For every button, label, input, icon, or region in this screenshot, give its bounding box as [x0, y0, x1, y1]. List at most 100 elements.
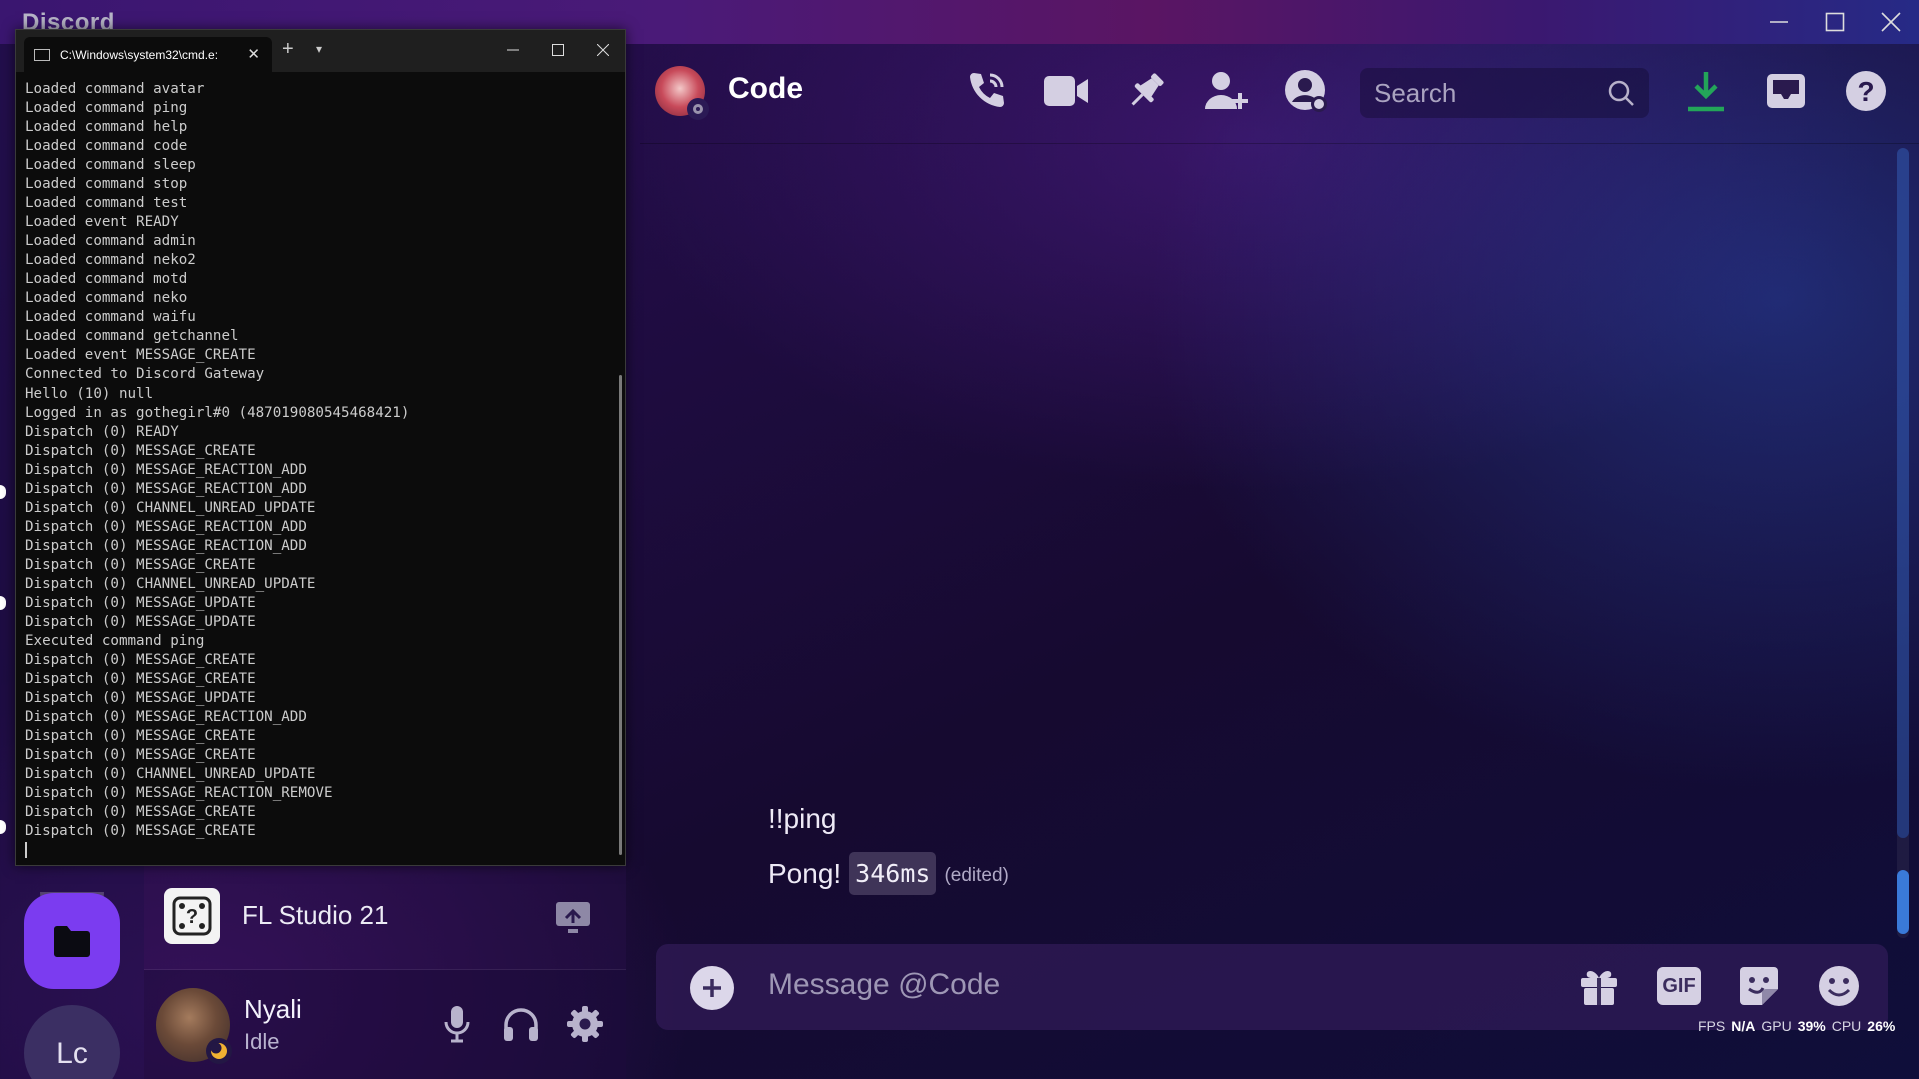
gif-icon: GIF	[1657, 967, 1701, 1005]
svg-text:?: ?	[186, 906, 198, 928]
terminal-line: Dispatch (0) MESSAGE_CREATE	[25, 670, 256, 687]
guild-folder[interactable]	[24, 893, 120, 989]
terminal-line: Dispatch (0) MESSAGE_REACTION_ADD	[25, 709, 307, 726]
cpu-value: 26%	[1867, 1018, 1896, 1034]
upload-button[interactable]	[690, 966, 734, 1010]
close-icon	[1881, 12, 1901, 32]
scrollbar-thumb[interactable]	[1897, 870, 1909, 934]
emoji-icon	[1819, 966, 1859, 1006]
terminal-output[interactable]: Loaded command avatar Loaded command ping…	[25, 80, 610, 860]
terminal-close-button[interactable]	[580, 30, 625, 70]
dm-avatar[interactable]	[655, 66, 709, 120]
maximize-icon	[1825, 12, 1845, 32]
user-settings-button[interactable]	[562, 998, 608, 1050]
window-controls	[1751, 0, 1919, 44]
chevron-down-icon[interactable]: ▾	[316, 42, 322, 56]
terminal-line: Hello (10) null	[25, 385, 154, 402]
terminal-line: Loaded event MESSAGE_CREATE	[25, 347, 256, 364]
pin-icon	[1131, 73, 1164, 106]
terminal-window: C:\Windows\system32\cmd.e: ✕ + ▾ Loaded …	[15, 29, 626, 866]
mute-button[interactable]	[434, 998, 480, 1050]
terminal-scrollbar[interactable]	[619, 375, 622, 855]
gift-button[interactable]	[1576, 963, 1622, 1009]
video-call-icon	[1044, 76, 1088, 106]
terminal-line: Dispatch (0) MESSAGE_UPDATE	[25, 613, 256, 630]
voice-call-button[interactable]	[962, 67, 1010, 115]
chat-scrollbar[interactable]	[1897, 148, 1909, 938]
game-name: FL Studio 21	[242, 900, 389, 930]
user-panel: Nyali Idle	[144, 970, 626, 1079]
fps-label: FPS	[1698, 1018, 1726, 1034]
terminal-line: Dispatch (0) MESSAGE_CREATE	[25, 556, 256, 573]
new-tab-icon[interactable]: +	[282, 38, 294, 61]
terminal-line: Dispatch (0) MESSAGE_UPDATE	[25, 594, 256, 611]
terminal-line: Loaded command waifu	[25, 309, 196, 326]
profile-icon	[1285, 70, 1327, 112]
terminal-line: Loaded command help	[25, 119, 188, 136]
terminal-line: Dispatch (0) MESSAGE_REACTION_ADD	[25, 537, 307, 554]
svg-text:?: ?	[1857, 76, 1874, 107]
message[interactable]: Pong! 346ms (edited)	[768, 852, 1009, 895]
terminal-line: Dispatch (0) MESSAGE_CREATE	[25, 442, 256, 459]
plus-icon	[703, 979, 721, 997]
add-friend-icon	[1205, 72, 1248, 109]
dm-name[interactable]: Code	[728, 72, 803, 106]
terminal-line: Loaded command stop	[25, 176, 188, 193]
performance-overlay: FPS N/A GPU 39% CPU 26%	[1698, 1018, 1895, 1034]
terminal-line: Loaded command motd	[25, 271, 188, 288]
stream-screen-icon[interactable]	[554, 900, 592, 941]
terminal-maximize-button[interactable]	[535, 30, 580, 70]
terminal-prompt[interactable]	[25, 841, 610, 860]
avatar[interactable]	[156, 987, 232, 1064]
terminal-line: Dispatch (0) MESSAGE_REACTION_ADD	[25, 480, 307, 497]
add-friends-to-dm-button[interactable]	[1202, 67, 1250, 115]
inbox-icon	[1767, 74, 1805, 108]
help-button[interactable]: ?	[1842, 67, 1890, 115]
scrollbar-track	[1897, 148, 1909, 838]
video-call-button[interactable]	[1042, 67, 1090, 115]
terminal-line: Dispatch (0) READY	[25, 423, 179, 440]
emoji-button[interactable]	[1816, 963, 1862, 1009]
terminal-line: Connected to Discord Gateway	[25, 366, 265, 383]
offline-status-icon	[687, 98, 709, 120]
inbox-button[interactable]	[1762, 67, 1810, 115]
maximize-button[interactable]	[1807, 0, 1863, 44]
search-placeholder: Search	[1374, 77, 1457, 108]
user-name-block[interactable]: Nyali Idle	[244, 994, 302, 1055]
user-name: Nyali	[244, 994, 302, 1024]
message-text: Pong!	[768, 857, 842, 889]
terminal-line: Executed command ping	[25, 632, 205, 649]
terminal-line: Dispatch (0) MESSAGE_CREATE	[25, 804, 256, 821]
minimize-button[interactable]	[1751, 0, 1807, 44]
terminal-line: Loaded command sleep	[25, 157, 196, 174]
user-profile-button[interactable]	[1282, 67, 1330, 115]
search-icon	[1607, 79, 1635, 112]
terminal-line: Dispatch (0) MESSAGE_REACTION_REMOVE	[25, 785, 333, 802]
search-box[interactable]: Search	[1360, 68, 1649, 118]
gear-icon	[567, 1006, 603, 1042]
maximize-icon	[551, 44, 564, 56]
gift-icon	[1581, 970, 1617, 1005]
gif-button[interactable]: GIF	[1656, 963, 1702, 1009]
message[interactable]: !!ping	[768, 803, 837, 835]
terminal-line: Loaded command avatar	[25, 81, 205, 97]
close-icon	[596, 44, 609, 56]
close-button[interactable]	[1863, 0, 1919, 44]
gpu-value: 39%	[1797, 1018, 1826, 1034]
close-tab-icon[interactable]: ✕	[247, 45, 260, 63]
terminal-line: Dispatch (0) MESSAGE_CREATE	[25, 728, 256, 745]
terminal-line: Dispatch (0) MESSAGE_REACTION_ADD	[25, 518, 307, 535]
terminal-window-controls	[490, 30, 625, 70]
pinned-messages-button[interactable]	[1122, 67, 1170, 115]
header-actions	[962, 67, 1330, 115]
microphone-icon	[444, 1006, 470, 1043]
terminal-minimize-button[interactable]	[490, 30, 535, 70]
header-right-actions: ?	[1682, 67, 1890, 115]
sticker-button[interactable]	[1736, 963, 1782, 1009]
help-icon: ?	[1846, 71, 1886, 111]
terminal-tab[interactable]: C:\Windows\system32\cmd.e: ✕	[24, 37, 272, 72]
cmd-icon	[34, 48, 50, 61]
message-input[interactable]: Message @Code	[768, 968, 1000, 1002]
download-apps-button[interactable]	[1682, 67, 1730, 115]
deafen-button[interactable]	[498, 998, 544, 1050]
